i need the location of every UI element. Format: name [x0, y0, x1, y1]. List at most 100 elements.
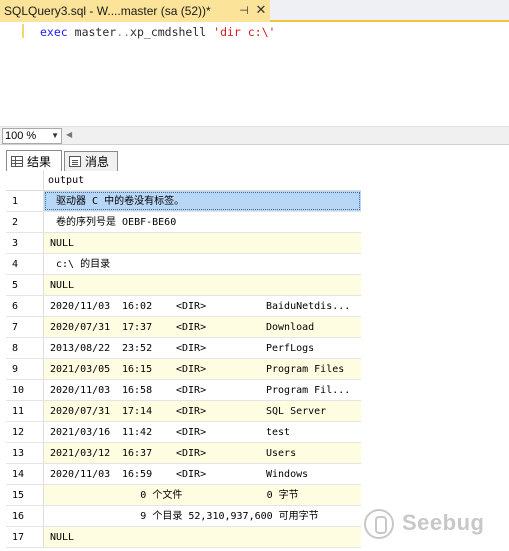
- output-cell[interactable]: 卷的序列号是 OEBF-BE60: [44, 212, 361, 232]
- output-cell[interactable]: 2020/07/31 17:37 <DIR> Download: [44, 317, 361, 337]
- cell-folder-name: Program Files: [266, 364, 345, 375]
- table-row[interactable]: 10 2020/11/03 16:58 <DIR> Program Fil...: [6, 380, 361, 401]
- tab-messages[interactable]: 消息: [64, 151, 118, 171]
- table-row[interactable]: 1 驱动器 C 中的卷没有标签。: [6, 191, 361, 212]
- table-row[interactable]: 4 c:\ 的目录: [6, 254, 361, 275]
- string-literal: 'dir c:\': [213, 25, 276, 39]
- row-number[interactable]: 17: [6, 527, 44, 547]
- table-row[interactable]: 8 2013/08/22 23:52 <DIR> PerfLogs: [6, 338, 361, 359]
- row-number[interactable]: 2: [6, 212, 44, 232]
- row-number[interactable]: 10: [6, 380, 44, 400]
- cell-time: 16:15: [122, 364, 153, 375]
- row-number[interactable]: 8: [6, 338, 44, 358]
- cell-text: 卷的序列号是 OEBF-BE60: [50, 217, 177, 228]
- row-number[interactable]: 16: [6, 506, 44, 526]
- table-row[interactable]: 9 2021/03/05 16:15 <DIR> Program Files: [6, 359, 361, 380]
- table-row[interactable]: 3 NULL: [6, 233, 361, 254]
- cell-dir-tag: <DIR>: [176, 343, 207, 354]
- cell-time: 16:37: [122, 448, 153, 459]
- cell-dir-tag: <DIR>: [176, 427, 207, 438]
- output-cell[interactable]: 2021/03/12 16:37 <DIR> Users: [44, 443, 361, 463]
- table-row[interactable]: 15 0 个文件 0 字节: [6, 485, 361, 506]
- cell-time: 16:02: [122, 301, 153, 312]
- results-grid[interactable]: output 1 驱动器 C 中的卷没有标签。 2 卷的序列号是 OEBF-BE…: [6, 170, 361, 548]
- output-cell[interactable]: 2021/03/05 16:15 <DIR> Program Files: [44, 359, 361, 379]
- table-row[interactable]: 13 2021/03/12 16:37 <DIR> Users: [6, 443, 361, 464]
- row-number[interactable]: 3: [6, 233, 44, 253]
- document-tab-bar: SQLQuery3.sql - W....master (sa (52))* ⊣…: [0, 0, 509, 22]
- row-number[interactable]: 14: [6, 464, 44, 484]
- zoom-value: 100 %: [5, 130, 37, 142]
- seebug-logo-icon: [364, 509, 394, 539]
- close-icon[interactable]: ✕: [253, 3, 269, 19]
- grid-header: output: [6, 170, 361, 191]
- row-number[interactable]: 6: [6, 296, 44, 316]
- cell-date: 2020/07/31: [50, 322, 111, 333]
- seebug-watermark: Seebug: [364, 505, 494, 541]
- cell-dir-tag: <DIR>: [176, 385, 207, 396]
- row-number[interactable]: 13: [6, 443, 44, 463]
- procedure-name: xp_cmdshell: [130, 25, 207, 39]
- cell-time: 17:37: [122, 322, 153, 333]
- output-cell[interactable]: 2013/08/22 23:52 <DIR> PerfLogs: [44, 338, 361, 358]
- output-cell[interactable]: c:\ 的目录: [44, 254, 361, 274]
- row-number[interactable]: 5: [6, 275, 44, 295]
- scroll-left-icon[interactable]: ◀: [66, 130, 72, 139]
- output-cell[interactable]: 2020/11/03 16:02 <DIR> BaiduNetdis...: [44, 296, 361, 316]
- row-number[interactable]: 7: [6, 317, 44, 337]
- table-row[interactable]: 12 2021/03/16 11:42 <DIR> test: [6, 422, 361, 443]
- table-row[interactable]: 14 2020/11/03 16:59 <DIR> Windows: [6, 464, 361, 485]
- cell-time: 17:14: [122, 406, 153, 417]
- output-cell[interactable]: 9 个目录 52,310,937,600 可用字节: [44, 506, 361, 526]
- row-number[interactable]: 9: [6, 359, 44, 379]
- query-editor[interactable]: exec master..xp_cmdshell 'dir c:\': [0, 22, 509, 126]
- cell-dir-tag: <DIR>: [176, 301, 207, 312]
- horizontal-scrollbar[interactable]: ◀: [66, 130, 506, 142]
- document-tab[interactable]: SQLQuery3.sql - W....master (sa (52))* ⊣…: [0, 0, 270, 22]
- output-cell[interactable]: 2021/03/16 11:42 <DIR> test: [44, 422, 361, 442]
- watermark-text: Seebug: [402, 510, 485, 535]
- cell-date: 2013/08/22: [50, 343, 111, 354]
- zoom-dropdown[interactable]: 100 % ▼: [2, 128, 62, 144]
- output-cell[interactable]: 2020/07/31 17:14 <DIR> SQL Server: [44, 401, 361, 421]
- column-header-output[interactable]: output: [44, 170, 361, 190]
- cell-text: 0 个文件 0 字节: [50, 490, 299, 501]
- table-row[interactable]: 7 2020/07/31 17:37 <DIR> Download: [6, 317, 361, 338]
- cell-dir-tag: <DIR>: [176, 448, 207, 459]
- cell-time: 23:52: [122, 343, 153, 354]
- row-number[interactable]: 1: [6, 191, 44, 211]
- table-row[interactable]: 16 9 个目录 52,310,937,600 可用字节: [6, 506, 361, 527]
- cell-date: 2020/07/31: [50, 406, 111, 417]
- cell-text: NULL: [50, 238, 75, 249]
- code-line[interactable]: exec master..xp_cmdshell 'dir c:\': [40, 25, 275, 39]
- output-cell[interactable]: 0 个文件 0 字节: [44, 485, 361, 505]
- output-cell[interactable]: 2020/11/03 16:58 <DIR> Program Fil...: [44, 380, 361, 400]
- cell-dir-tag: <DIR>: [176, 406, 207, 417]
- row-number[interactable]: 12: [6, 422, 44, 442]
- output-cell[interactable]: NULL: [44, 275, 361, 295]
- document-tab-title: SQLQuery3.sql - W....master (sa (52))*: [4, 4, 211, 18]
- message-icon: [69, 156, 81, 167]
- cell-folder-name: Windows: [266, 469, 309, 480]
- row-number-header[interactable]: [6, 170, 44, 190]
- cell-time: 11:42: [122, 427, 153, 438]
- chevron-down-icon: ▼: [51, 131, 59, 140]
- changed-line-marker: [22, 24, 24, 38]
- output-cell[interactable]: 驱动器 C 中的卷没有标签。: [44, 191, 361, 211]
- table-row[interactable]: 17 NULL: [6, 527, 361, 548]
- table-row[interactable]: 11 2020/07/31 17:14 <DIR> SQL Server: [6, 401, 361, 422]
- tab-results[interactable]: 结果: [6, 150, 62, 171]
- table-row[interactable]: 5 NULL: [6, 275, 361, 296]
- cell-date: 2021/03/05: [50, 364, 111, 375]
- table-row[interactable]: 6 2020/11/03 16:02 <DIR> BaiduNetdis...: [6, 296, 361, 317]
- row-number[interactable]: 15: [6, 485, 44, 505]
- cell-text: NULL: [50, 280, 75, 291]
- output-cell[interactable]: 2020/11/03 16:59 <DIR> Windows: [44, 464, 361, 484]
- zoom-bar: 100 % ▼ ◀: [0, 126, 509, 144]
- output-cell[interactable]: NULL: [44, 233, 361, 253]
- pin-icon[interactable]: ⊣: [236, 3, 252, 19]
- row-number[interactable]: 11: [6, 401, 44, 421]
- table-row[interactable]: 2 卷的序列号是 OEBF-BE60: [6, 212, 361, 233]
- row-number[interactable]: 4: [6, 254, 44, 274]
- output-cell[interactable]: NULL: [44, 527, 361, 547]
